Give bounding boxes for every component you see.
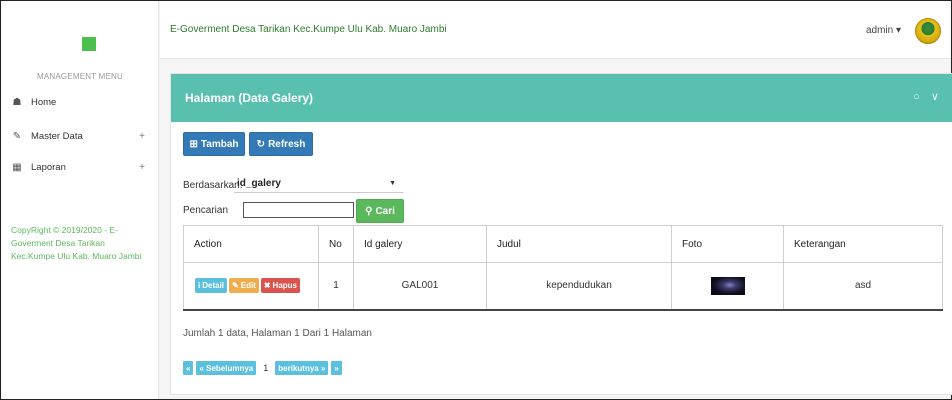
search-button[interactable]: ⚲ Cari [356, 199, 404, 223]
delete-button[interactable]: ✖ Hapus [260, 278, 300, 294]
page-title: Halaman (Data Galery) [185, 91, 314, 105]
page-current[interactable]: 1 [259, 361, 273, 375]
menu-header: MANAGEMENT MENU [37, 72, 123, 81]
edit-icon: ✎ [12, 130, 22, 142]
page-last-button[interactable]: » [331, 361, 342, 375]
sidebar-item-laporan[interactable]: ▦ Laporan + [1, 158, 159, 176]
photo-thumbnail[interactable] [710, 276, 745, 295]
panel-header: Halaman (Data Galery) ○ ∨ [171, 74, 952, 122]
detail-label: Detail [202, 281, 225, 291]
cell-keterangan: asd [783, 262, 943, 310]
logo [82, 37, 96, 51]
column-header: Action [183, 225, 319, 263]
search-label: Pencarian [183, 205, 229, 216]
home-icon: ☗ [12, 96, 22, 108]
edit-button[interactable]: ✎ Edit [229, 278, 259, 294]
search-input[interactable] [243, 202, 354, 218]
column-header: No [318, 225, 354, 263]
info-icon: i [198, 281, 201, 291]
avatar[interactable] [915, 18, 941, 44]
column-header: Keterangan [783, 225, 943, 263]
calendar-icon: ▦ [12, 161, 22, 173]
user-menu[interactable]: admin ▾ [866, 25, 901, 36]
page-next-button[interactable]: berikutnya » [275, 361, 329, 375]
column-header: Foto [671, 225, 784, 263]
expand-icon: + [139, 130, 145, 142]
filter-select[interactable]: id_galery ▼ [234, 175, 404, 193]
topbar: E-Goverment Desa Tarikan Kec.Kumpe Ulu K… [160, 1, 951, 59]
table-header-row: Action No Id galery Judul Foto Keteranga… [183, 225, 943, 263]
edit-label: Edit [240, 281, 256, 291]
sidebar-item-label: Home [31, 96, 57, 108]
detail-button[interactable]: i Detail [195, 278, 228, 294]
table-row: i Detail ✎ Edit ✖ Hapus 1 GAL001 kependu… [183, 262, 943, 310]
data-table: Action No Id galery Judul Foto Keteranga… [183, 225, 943, 311]
search-icon: ⚲ [365, 205, 373, 217]
close-icon: ✖ [263, 281, 271, 291]
filter-select-value: id_galery [237, 178, 281, 189]
edit-icon: ✎ [232, 281, 239, 291]
sidebar: MANAGEMENT MENU ☗ Home ✎ Master Data + ▦… [1, 1, 159, 399]
sidebar-item-label: Laporan [31, 161, 66, 173]
refresh-button[interactable]: ↻ Refresh [249, 132, 313, 156]
search-button-label: Cari [375, 205, 395, 217]
sidebar-item-label: Master Data [31, 130, 83, 142]
panel-tools-icon[interactable]: ○ ∨ [913, 90, 943, 103]
copyright-text: CopyRight © 2019/2020 - E-Goverment Desa… [11, 225, 142, 261]
refresh-button-label: Refresh [268, 138, 306, 150]
expand-icon: + [139, 161, 145, 173]
sidebar-item-master-data[interactable]: ✎ Master Data + [1, 127, 159, 145]
add-button[interactable]: ⊞ Tambah [183, 132, 245, 156]
pagination-info: Jumlah 1 data, Halaman 1 Dari 1 Halaman [183, 328, 372, 339]
delete-label: Hapus [272, 281, 297, 291]
pagination: « « Sebelumnya 1 berikutnya » » [183, 361, 342, 375]
add-button-label: Tambah [200, 138, 239, 150]
page-prev-button[interactable]: « Sebelumnya [196, 361, 257, 375]
page-first-button[interactable]: « [183, 361, 194, 375]
column-header: Id galery [353, 225, 487, 263]
cell-no: 1 [318, 262, 354, 310]
cell-foto [671, 262, 784, 310]
plus-icon: ⊞ [189, 138, 198, 150]
cell-id: GAL001 [353, 262, 487, 310]
sidebar-item-home[interactable]: ☗ Home [1, 93, 159, 111]
cell-judul: kependudukan [486, 262, 672, 310]
action-cell: i Detail ✎ Edit ✖ Hapus [183, 262, 319, 310]
column-header: Judul [486, 225, 672, 263]
refresh-icon: ↻ [256, 138, 266, 150]
chevron-down-icon: ▼ [389, 180, 396, 187]
app-title: E-Goverment Desa Tarikan Kec.Kumpe Ulu K… [170, 24, 447, 35]
